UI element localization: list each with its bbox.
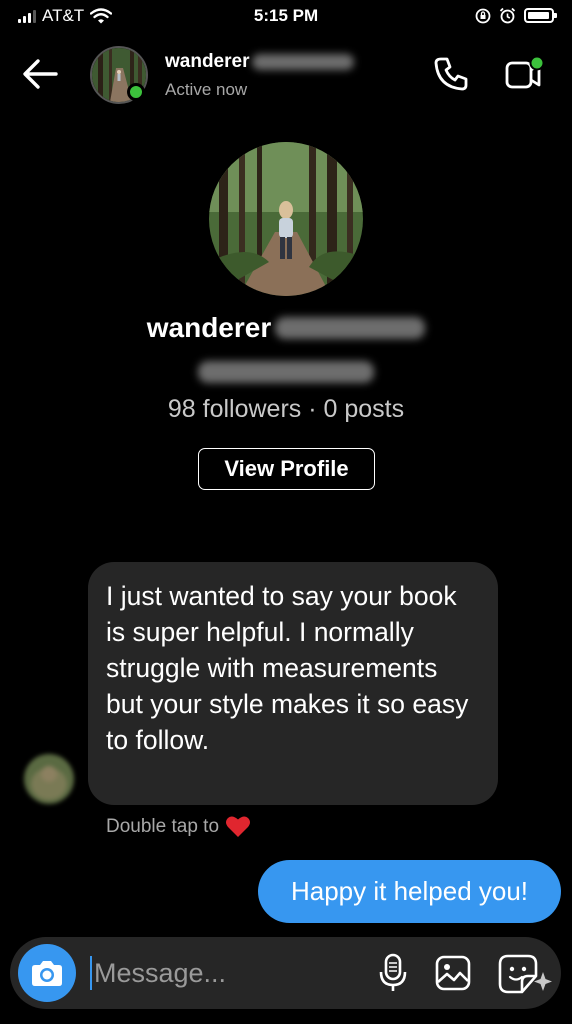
status-bar: AT&T 5:15 PM xyxy=(0,0,572,34)
sticker-icon[interactable] xyxy=(496,952,552,996)
camera-icon xyxy=(32,961,62,986)
image-icon[interactable] xyxy=(434,954,472,992)
phone-icon[interactable] xyxy=(432,55,470,93)
redacted-username xyxy=(252,54,355,70)
online-indicator xyxy=(127,83,145,101)
outgoing-message-text: Happy it helped you! xyxy=(290,876,529,906)
activity-status: Active now xyxy=(165,80,248,99)
header-username[interactable]: wanderer xyxy=(165,51,355,73)
incoming-message-text: I just wanted to say your book is super … xyxy=(106,581,469,755)
status-right xyxy=(475,7,557,24)
sender-avatar[interactable] xyxy=(24,754,74,804)
rotation-lock-icon xyxy=(475,8,491,23)
message-input[interactable] xyxy=(94,951,354,995)
profile-photo[interactable] xyxy=(209,142,363,296)
heart-icon xyxy=(226,816,251,837)
incoming-message[interactable]: I just wanted to say your book is super … xyxy=(88,562,498,805)
profile-name: wanderer xyxy=(0,312,572,344)
text-caret xyxy=(90,956,92,990)
arrow-left-icon[interactable] xyxy=(20,56,60,92)
microphone-icon[interactable] xyxy=(378,953,408,993)
alarm-icon xyxy=(499,7,516,24)
camera-button[interactable] xyxy=(18,944,76,1002)
redacted-handle xyxy=(198,361,374,383)
double-tap-hint: Double tap to xyxy=(106,815,251,839)
redacted-username xyxy=(275,317,426,339)
message-composer xyxy=(10,937,561,1009)
outgoing-message[interactable]: Happy it helped you! xyxy=(258,860,561,923)
battery-icon xyxy=(524,8,557,23)
profile-stats: 98 followers · 0 posts xyxy=(167,395,405,423)
video-camera-icon[interactable] xyxy=(503,55,545,93)
view-profile-button[interactable]: View Profile xyxy=(198,448,375,490)
chat-header: wanderer Active now xyxy=(0,42,572,110)
